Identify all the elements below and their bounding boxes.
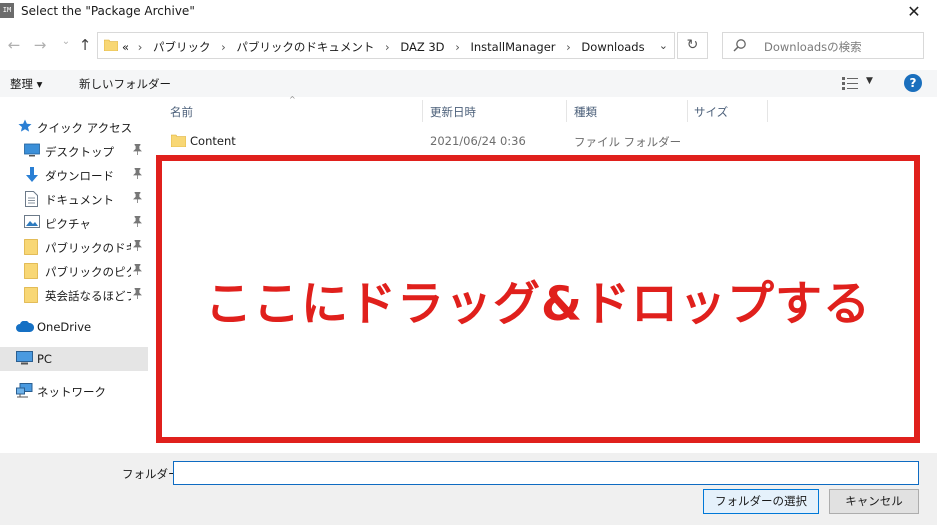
breadcrumb-item[interactable]: InstallManager	[470, 40, 555, 54]
select-folder-button[interactable]: フォルダーの選択	[703, 489, 819, 514]
pin-icon	[133, 215, 142, 230]
sort-ascending-icon: ^	[289, 95, 296, 104]
folder-icon	[103, 38, 119, 54]
address-prefix[interactable]: «	[122, 40, 129, 54]
file-type: ファイル フォルダー	[574, 135, 682, 149]
sidebar-item-label: クイック アクセス	[37, 121, 133, 135]
sidebar-item-public-documents[interactable]: パブリックのドキュメ	[0, 235, 148, 259]
sidebar-item-label: デスクトップ	[45, 145, 114, 159]
cloud-icon	[16, 320, 35, 335]
breadcrumb: « › パブリック › パブリックのドキュメント › DAZ 3D › Inst…	[122, 39, 645, 55]
navigation-pane: クイック アクセス デスクトップ ダウンロード ドキュメント ピクチャ パブリッ…	[0, 97, 150, 453]
sidebar-item-label: ドキュメント	[45, 193, 114, 207]
title-bar: IM Select the "Package Archive" ✕	[0, 0, 937, 24]
drop-instruction: ここにドラッグ&ドロップする	[205, 276, 871, 332]
drop-zone-highlight: ここにドラッグ&ドロップする	[156, 155, 920, 443]
document-icon	[25, 191, 38, 210]
new-folder-button[interactable]: 新しいフォルダー	[79, 76, 171, 92]
sidebar-item-documents[interactable]: ドキュメント	[0, 187, 148, 211]
up-icon[interactable]: ↑	[76, 36, 94, 54]
breadcrumb-sep: ›	[137, 40, 143, 54]
search-icon	[733, 38, 747, 55]
pin-icon	[133, 167, 142, 182]
close-button[interactable]: ✕	[891, 0, 937, 24]
sidebar-item-label: PC	[37, 352, 52, 366]
sidebar-item-label: 英会話なるほどフレ	[45, 289, 131, 303]
sidebar-item-label: パブリックのドキュメ	[45, 241, 131, 255]
column-header-name[interactable]: 名前	[170, 104, 193, 120]
column-divider[interactable]	[422, 100, 423, 122]
forward-icon[interactable]: →	[31, 36, 49, 54]
folder-icon	[24, 239, 38, 258]
sidebar-item-label: OneDrive	[37, 320, 92, 334]
sidebar-item-label: ピクチャ	[45, 217, 91, 231]
desktop-icon	[24, 143, 40, 160]
view-dropdown-icon[interactable]: ▼	[866, 76, 873, 86]
breadcrumb-sep: ›	[455, 40, 460, 54]
back-icon[interactable]: ←	[5, 36, 23, 54]
sidebar-item-downloads[interactable]: ダウンロード	[0, 163, 148, 187]
folder-icon	[24, 263, 38, 282]
file-date: 2021/06/24 0:36	[430, 134, 526, 148]
search-placeholder: Downloadsの検索	[764, 40, 862, 54]
organize-button[interactable]: 整理 ▾	[10, 76, 42, 92]
help-icon[interactable]: ?	[904, 74, 922, 92]
computer-icon	[16, 351, 33, 368]
column-header-type[interactable]: 種類	[574, 104, 597, 120]
app-icon: IM	[0, 3, 14, 18]
breadcrumb-item[interactable]: パブリック	[153, 40, 211, 54]
cancel-button[interactable]: キャンセル	[829, 489, 919, 514]
breadcrumb-sep: ›	[385, 40, 390, 54]
sidebar-item-label: ネットワーク	[37, 385, 106, 399]
search-input[interactable]: Downloadsの検索	[722, 32, 924, 59]
star-icon	[18, 119, 32, 136]
chevron-down-icon[interactable]: ⌄	[659, 39, 668, 52]
column-divider[interactable]	[767, 100, 768, 122]
sidebar-item-desktop[interactable]: デスクトップ	[0, 139, 148, 163]
breadcrumb-item[interactable]: パブリックのドキュメント	[236, 40, 374, 54]
breadcrumb-sep: ›	[221, 40, 226, 54]
folder-icon	[24, 287, 38, 306]
pin-icon	[133, 143, 142, 158]
pin-icon	[133, 239, 142, 254]
sidebar-item-pc[interactable]: PC	[0, 347, 148, 371]
sidebar-item-onedrive[interactable]: OneDrive	[0, 315, 148, 339]
sidebar-item-network[interactable]: ネットワーク	[0, 379, 148, 403]
refresh-button[interactable]: ↻	[677, 32, 708, 59]
breadcrumb-item[interactable]: Downloads	[581, 40, 644, 54]
command-bar: 整理 ▾ 新しいフォルダー ▼ ?	[0, 70, 937, 97]
pictures-icon	[24, 215, 40, 231]
download-icon	[25, 167, 39, 186]
sidebar-item-eikaiwa[interactable]: 英会話なるほどフレ	[0, 283, 148, 307]
sidebar-item-label: パブリックのピクチャ	[45, 265, 131, 279]
folder-icon	[170, 133, 187, 150]
column-divider[interactable]	[566, 100, 567, 122]
dialog-footer: フォルダー: フォルダーの選択 キャンセル	[0, 453, 937, 525]
column-header-size[interactable]: サイズ	[694, 104, 728, 120]
sidebar-item-quick-access[interactable]: クイック アクセス	[0, 115, 148, 139]
address-bar[interactable]: « › パブリック › パブリックのドキュメント › DAZ 3D › Inst…	[97, 32, 675, 59]
breadcrumb-sep: ›	[566, 40, 571, 54]
folder-field[interactable]	[173, 461, 919, 485]
breadcrumb-item[interactable]: DAZ 3D	[400, 40, 444, 54]
column-divider[interactable]	[687, 100, 688, 122]
column-header-date[interactable]: 更新日時	[430, 104, 476, 120]
recent-locations-icon[interactable]: ⌄	[57, 33, 75, 51]
window-title: Select the "Package Archive"	[21, 4, 195, 18]
pin-icon	[133, 263, 142, 278]
file-name[interactable]: Content	[190, 134, 236, 148]
sidebar-item-public-pictures[interactable]: パブリックのピクチャ	[0, 259, 148, 283]
network-icon	[16, 383, 33, 401]
view-options-icon[interactable]	[842, 77, 858, 93]
sidebar-item-pictures[interactable]: ピクチャ	[0, 211, 148, 235]
sidebar-item-label: ダウンロード	[45, 169, 114, 183]
pin-icon	[133, 191, 142, 206]
pin-icon	[133, 287, 142, 302]
